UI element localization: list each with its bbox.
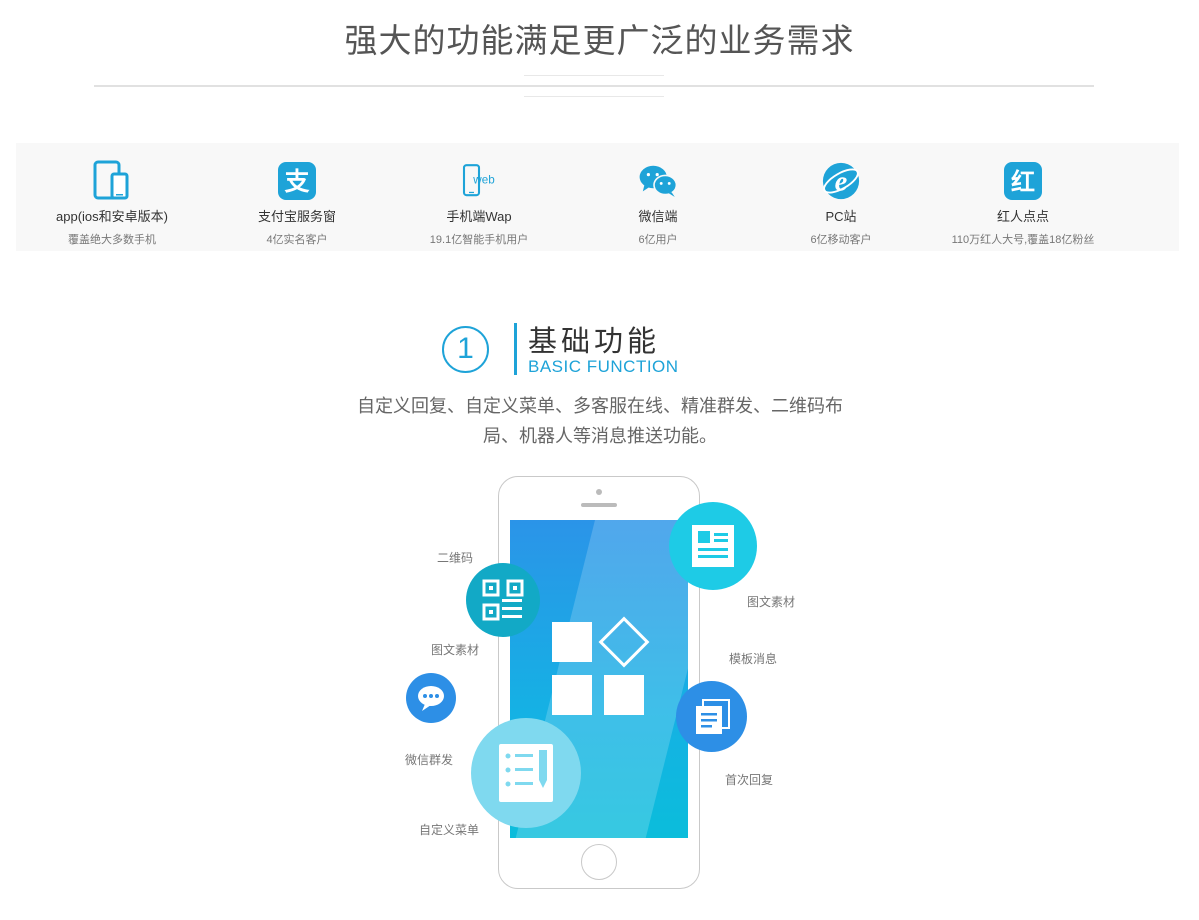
main-title: 强大的功能满足更广泛的业务需求 — [344, 21, 855, 60]
qr-code-label: 二维码 — [437, 551, 474, 565]
platform-wap[interactable]: web 手机端Wap 19.1亿智能手机用户 — [386, 160, 572, 247]
platform-alipay[interactable]: 支 支付宝服务窗 4亿实名客户 — [204, 160, 390, 247]
mass-message-label: 微信群发 — [405, 753, 454, 767]
custom-menu-feature[interactable] — [471, 718, 581, 828]
title-divider-accent — [524, 96, 664, 97]
chat-bubble-icon — [418, 686, 444, 711]
hongren-icon: 红 — [1003, 160, 1043, 202]
platform-wechat[interactable]: 微信端 6亿用户 — [565, 160, 751, 247]
phone-speaker — [581, 503, 617, 507]
platform-name: 红人点点 — [996, 209, 1049, 224]
platform-pc[interactable]: e PC站 6亿移动客户 — [748, 160, 934, 247]
platform-desc: 6亿用户 — [638, 234, 678, 246]
platform-desc: 6亿移动客户 — [810, 234, 872, 246]
platform-name: 支付宝服务窗 — [257, 209, 336, 224]
qr-code-icon — [482, 579, 524, 621]
platform-name: PC站 — [825, 209, 857, 224]
mass-message-feature[interactable] — [406, 673, 456, 723]
tablet-phone-icon — [92, 160, 132, 202]
section-description: 自定义回复、自定义菜单、多客服在线、精准群发、二维码布局、机器人等消息推送功能。 — [357, 396, 843, 447]
custom-menu-label: 自定义菜单 — [419, 823, 480, 837]
article-feature[interactable] — [669, 502, 757, 590]
phone-home-button — [581, 844, 617, 880]
wechat-icon — [638, 160, 678, 202]
section-title-en: BASIC FUNCTION — [528, 357, 679, 376]
phone-camera — [596, 489, 602, 495]
title-divider — [94, 85, 1094, 87]
article-icon — [692, 525, 734, 567]
title-divider-accent — [524, 75, 664, 76]
screen-tile — [552, 675, 592, 715]
section-title-cn: 基础功能 — [528, 324, 661, 358]
platform-desc: 19.1亿智能手机用户 — [429, 234, 529, 246]
platform-hongren[interactable]: 红 红人点点 110万红人大号,覆盖18亿粉丝 — [930, 160, 1116, 247]
first-reply-label: 首次回复 — [725, 773, 774, 787]
mobile-web-icon-text: web — [472, 174, 494, 187]
qr-code-feature[interactable] — [466, 563, 540, 637]
platform-app[interactable]: app(ios和安卓版本) 覆盖绝大多数手机 — [19, 160, 205, 247]
list-edit-icon — [499, 744, 553, 802]
screen-tile — [604, 675, 644, 715]
platform-strip: app(ios和安卓版本) 覆盖绝大多数手机 支 支付宝服务窗 4亿实名客户 w… — [16, 143, 1179, 251]
alipay-icon-glyph: 支 — [284, 167, 309, 196]
alipay-icon: 支 — [277, 160, 317, 202]
article-left-label: 图文素材 — [431, 643, 480, 657]
hongren-icon-glyph: 红 — [1011, 168, 1035, 196]
article-right-label: 图文素材 — [747, 595, 796, 609]
ie-browser-icon: e — [821, 160, 861, 202]
section-number: 1 — [442, 326, 489, 373]
section-divider — [514, 323, 517, 375]
platform-name: 微信端 — [638, 209, 678, 224]
platform-name: 手机端Wap — [446, 209, 512, 224]
template-message-label: 模板消息 — [729, 652, 778, 666]
platform-name: app(ios和安卓版本) — [56, 209, 168, 224]
platform-desc: 4亿实名客户 — [266, 234, 328, 246]
mobile-web-icon: web — [459, 160, 499, 202]
first-reply-feature[interactable] — [676, 681, 747, 752]
platform-desc: 110万红人大号,覆盖18亿粉丝 — [951, 234, 1095, 246]
platform-desc: 覆盖绝大多数手机 — [68, 234, 156, 246]
screen-tile — [552, 622, 592, 662]
document-copy-icon — [695, 698, 730, 734]
